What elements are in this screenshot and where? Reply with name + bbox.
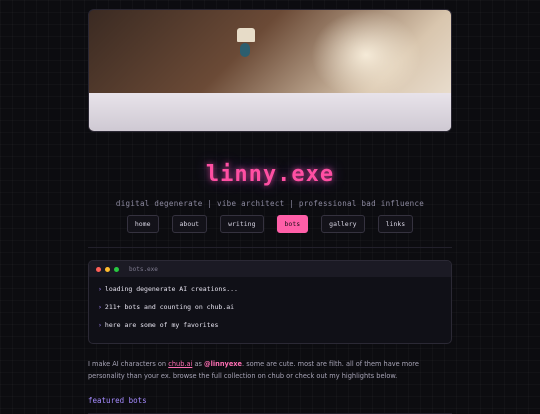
terminal-line: › here are some of my favorites [98, 321, 219, 329]
intro-paragraph: I make AI characters on chub.ai as @linn… [88, 360, 419, 380]
terminal-titlebar: bots.exe [89, 261, 451, 277]
lamp-icon [237, 28, 255, 58]
maximize-dot-icon [114, 266, 119, 272]
nav-writing[interactable]: writing [220, 215, 264, 233]
header-banner-placeholder [88, 9, 452, 132]
divider [88, 247, 452, 248]
handle-link[interactable]: @linnyexe [204, 360, 242, 368]
nav-links[interactable]: links [377, 215, 414, 233]
nav-about[interactable]: about [171, 215, 208, 233]
window-light [311, 10, 421, 100]
chub-link[interactable]: chub.ai [168, 360, 192, 368]
page: linny.exe digital degenerate | vibe arch… [88, 9, 452, 414]
main-nav: home about writing bots gallery links [88, 215, 452, 233]
terminal-output: › loading degenerate AI creations... › 211… [89, 277, 451, 329]
prompt-icon: › [98, 321, 102, 329]
terminal-line: › loading degenerate AI creations... [98, 285, 238, 293]
terminal-title: bots.exe [129, 265, 158, 273]
featured-bots-heading: featured bots [88, 396, 147, 405]
terminal-window: bots.exe › loading degenerate AI creation… [88, 260, 452, 344]
terminal-line: › 211+ bots and counting on chub.ai [98, 303, 235, 311]
nav-bots[interactable]: bots [276, 215, 309, 233]
bed-sheet [89, 93, 451, 131]
prompt-icon: › [98, 303, 102, 311]
nav-home[interactable]: home [126, 215, 159, 233]
site-tagline: digital degenerate | vibe architect | pr… [115, 199, 425, 208]
site-title: linny.exe [205, 162, 335, 187]
nav-gallery[interactable]: gallery [321, 215, 365, 233]
prompt-icon: › [98, 285, 102, 293]
close-dot-icon [96, 266, 101, 272]
minimize-dot-icon [105, 266, 110, 272]
